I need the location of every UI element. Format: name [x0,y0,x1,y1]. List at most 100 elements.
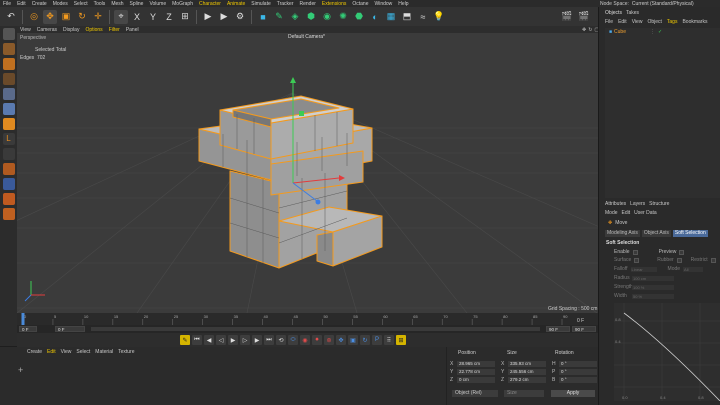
keyframe-selection-icon[interactable]: ⊚ [324,335,334,345]
tab-structure[interactable]: Structure [649,201,669,207]
material-menu-texture[interactable]: Texture [118,349,134,355]
size-field[interactable]: 335.93 cm [508,361,546,367]
y-plane-handle[interactable] [299,111,304,116]
menu-character[interactable]: Character [196,1,224,7]
menu-animate[interactable]: Animate [224,1,248,7]
clapper-red-icon[interactable]: 🎬 [577,9,591,23]
play-icon[interactable]: ▶ [228,335,238,345]
menu-help[interactable]: Help [395,1,411,7]
render-view-icon[interactable]: ▶ [201,10,215,24]
menu-volume[interactable]: Volume [146,1,169,7]
width-field[interactable]: 50 % [632,293,674,299]
position-field[interactable]: 28.965 cm [457,361,495,367]
goto-end-icon[interactable]: ⏭ [264,335,274,345]
rubber-checkbox[interactable] [676,257,682,263]
record-key-icon[interactable]: ◉ [300,335,310,345]
position-field[interactable]: 0 cm [457,377,495,383]
tab-objects[interactable]: Objects [605,10,622,16]
menu-mograph[interactable]: MoGraph [169,1,196,7]
size-field[interactable]: 279.2 cm [508,377,546,383]
max-frame-field[interactable]: 90 F [546,326,570,332]
playhead[interactable] [21,313,25,325]
menu-modes[interactable]: Modes [50,1,71,7]
menu-create[interactable]: Create [29,1,50,7]
rotation-field[interactable]: 0 ° [559,361,597,367]
attribute-menu-mode[interactable]: Mode [605,210,618,216]
spline-pen-icon[interactable]: ✎ [272,10,286,24]
loop-icon[interactable]: ⟲ [276,335,286,345]
object-menu-edit[interactable]: Edit [618,19,627,25]
prev-frame-icon[interactable]: ◁ [216,335,226,345]
material-menu-select[interactable]: Select [76,349,90,355]
prev-key-icon[interactable]: ◀ [204,335,214,345]
material-menu-view[interactable]: View [61,349,72,355]
axis-mode-icon[interactable] [2,73,15,85]
cube-model[interactable] [198,95,383,269]
object-tree[interactable] [605,28,720,198]
object-menu-bookmarks[interactable]: Bookmarks [682,19,707,25]
snap-icon[interactable] [2,193,15,205]
material-menu-edit[interactable]: Edit [47,349,56,355]
scene-axis-icon[interactable]: ⌖ [114,9,128,24]
camera-name[interactable]: Default Camera* [288,34,325,40]
apply-button[interactable]: Apply [551,390,595,397]
tab-takes[interactable]: Takes [626,10,639,16]
menu-tracker[interactable]: Tracker [274,1,297,7]
tag-icon[interactable]: ⬒ [400,10,414,24]
coordinate-mode-dropdown[interactable]: Object (Rel) [452,390,498,397]
current-frame-field[interactable]: 0 F [55,326,85,332]
menu-edit[interactable]: Edit [14,1,29,7]
record-rotation-icon[interactable]: ↻ [360,335,370,345]
attribute-menu-edit[interactable]: Edit [622,210,631,216]
object-menu-tags[interactable]: Tags [667,19,678,25]
subtab-object-axis[interactable]: Object Axis [641,230,671,237]
motion-clip-icon[interactable]: ⬭ [288,335,298,345]
next-key-icon[interactable]: ▶ [252,335,262,345]
scale-tool-icon[interactable]: ▣ [59,10,73,24]
make-editable-icon[interactable] [2,28,15,40]
menu-spline[interactable]: Spline [127,1,147,7]
enable-axis-icon[interactable] [2,148,15,160]
mode-dropdown[interactable]: All [683,266,704,272]
lock-y-icon[interactable]: Y [146,10,160,24]
render-picture-viewer-icon[interactable]: ▶ [217,10,231,24]
light-icon[interactable]: 💡 [432,10,446,24]
rotation-field[interactable]: 0 ° [559,377,597,383]
material-menu-create[interactable]: Create [27,349,42,355]
size-field[interactable]: 245.556 cm [508,369,546,375]
object-menu-file[interactable]: File [605,19,613,25]
undo-icon[interactable]: ↶ [4,10,18,24]
surface-checkbox[interactable] [634,257,640,263]
fcurve-icon[interactable]: ⊞ [396,335,406,345]
autokey-icon[interactable]: ⏺ [312,335,322,345]
size-mode-dropdown[interactable]: Size [504,390,544,397]
next-frame-icon[interactable]: ▷ [240,335,250,345]
enabled-check-icon[interactable]: ✓ [658,29,662,35]
node-space-value[interactable]: Current (Standard/Physical) [632,1,694,7]
solo-icon[interactable] [2,163,15,175]
environment-icon[interactable]: ▦ [384,10,398,24]
point-level-icon[interactable]: ⠿ [384,335,394,345]
start-frame-field[interactable]: 0 F [19,326,37,332]
material-menu-material[interactable]: Material [95,349,113,355]
y-axis-handle[interactable] [290,77,296,83]
object-row-cube[interactable]: ■ Cube [609,29,626,35]
menu-file[interactable]: File [0,1,14,7]
menu-extensions[interactable]: Extensions [319,1,349,7]
position-field[interactable]: 22.778 cm [457,369,495,375]
menu-select[interactable]: Select [71,1,91,7]
attribute-menu-user-data[interactable]: User Data [634,210,657,216]
record-param-icon[interactable]: P [372,335,382,345]
key-icon[interactable]: ✎ [180,335,190,345]
volume-icon[interactable]: ⬣ [352,10,366,24]
viewport-menu-panel[interactable]: Panel [123,27,142,33]
field-icon[interactable]: ✺ [336,10,350,24]
menu-mesh[interactable]: Mesh [108,1,126,7]
subdivision-surface-icon[interactable]: ◈ [288,10,302,24]
viewport-menu-display[interactable]: Display [60,27,82,33]
timeline-ruler[interactable]: 0 5 10 15 20 25 30 35 40 45 50 55 60 65 70 75 80 85 90 0 F [17,313,598,325]
menu-octane[interactable]: Octane [349,1,371,7]
add-material-icon[interactable]: + [18,365,23,375]
render-settings-icon[interactable]: ⚙ [233,10,247,24]
record-position-icon[interactable]: ✥ [336,335,346,345]
